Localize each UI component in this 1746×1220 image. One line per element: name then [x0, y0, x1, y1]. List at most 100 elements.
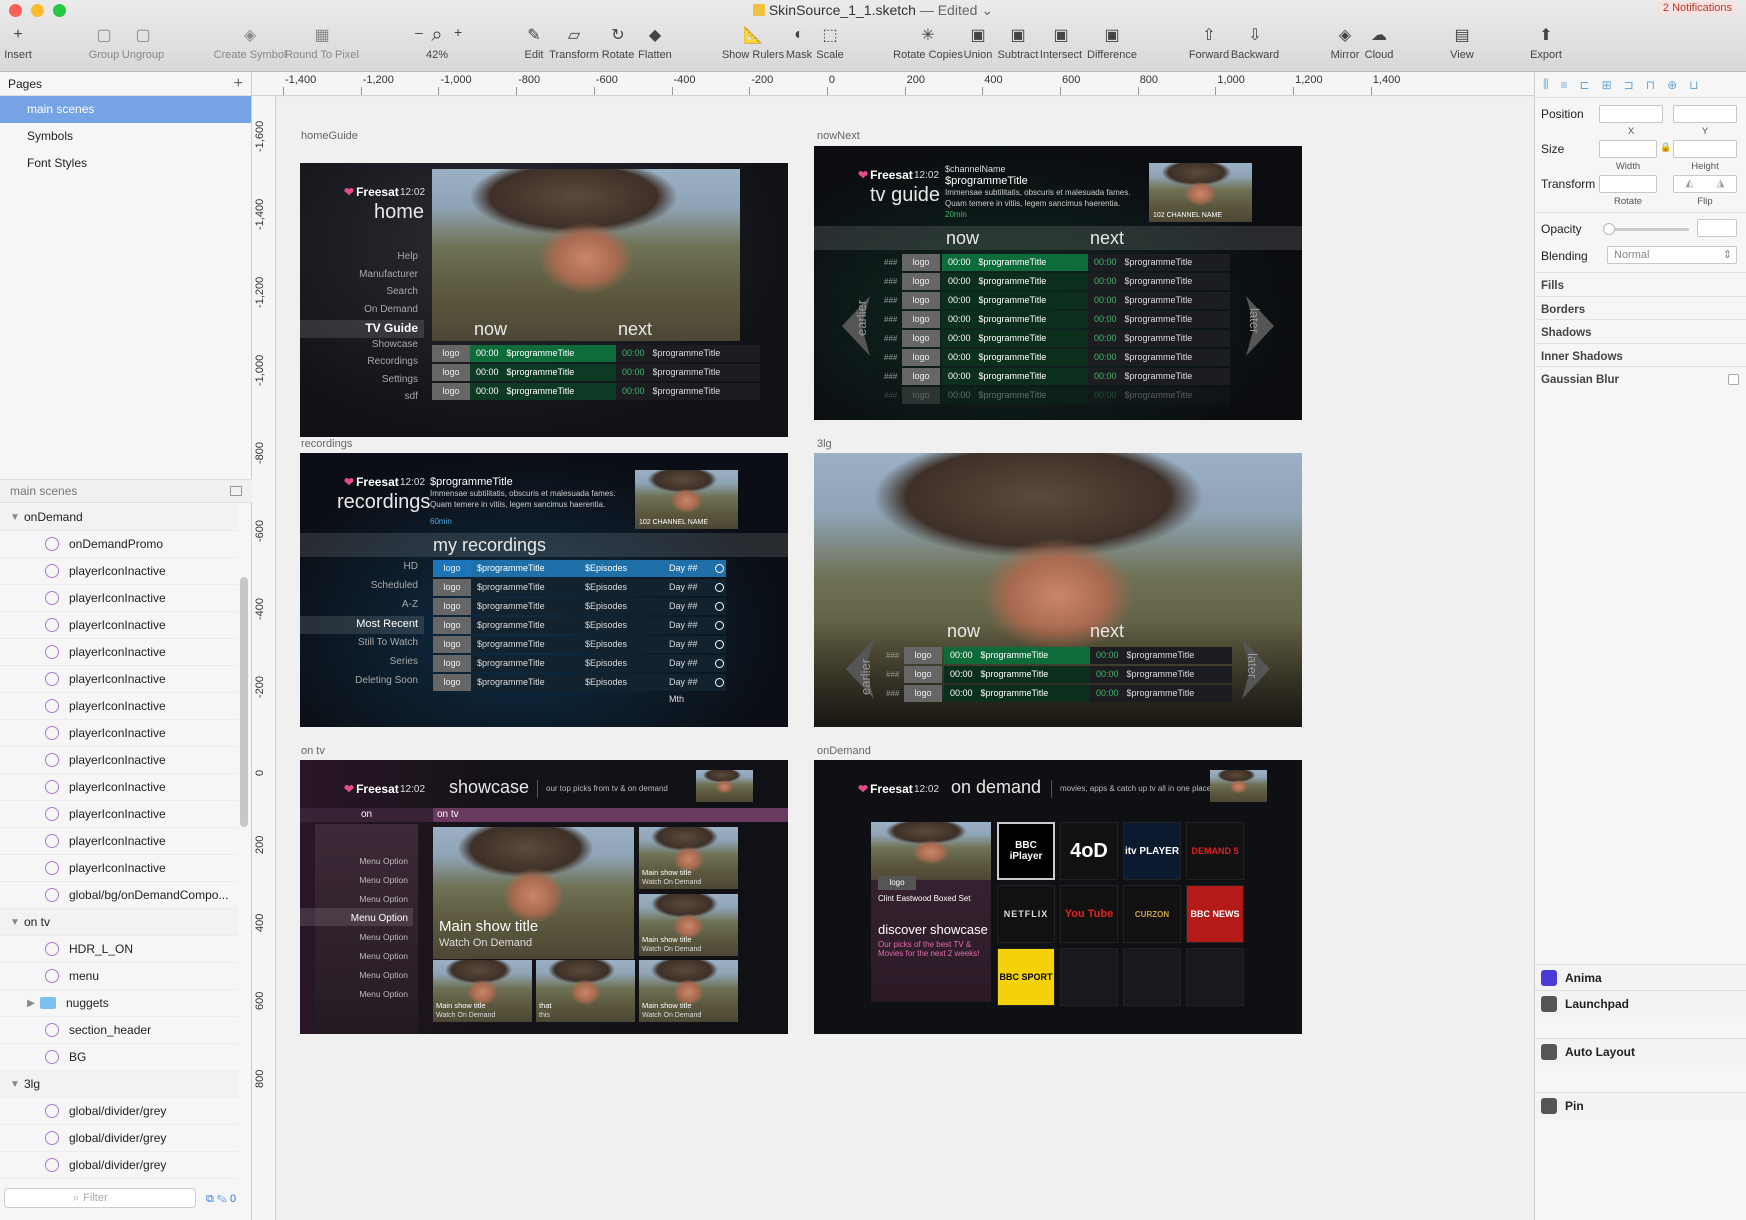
menu-item[interactable]: Showcase: [372, 339, 418, 350]
layer-item[interactable]: BG: [0, 1044, 238, 1071]
position-x-input[interactable]: [1599, 105, 1663, 123]
artboard-filter-icon[interactable]: ⧉: [206, 1193, 214, 1205]
menu-item[interactable]: Most Recent: [356, 618, 418, 630]
guide-row[interactable]: ### logo 00:00 $programmeTitle 00:00 $program…: [886, 684, 1232, 703]
guide-row[interactable]: ### logo 00:00 $programmeTitle 00:00 $program…: [884, 329, 1230, 348]
app-tile[interactable]: BBC NEWS: [1186, 885, 1244, 943]
canvas[interactable]: homeGuide ❤ Freesat 12:02 home Help Manufa…: [277, 97, 1534, 1220]
showcase-tile[interactable]: Main show title Watch On Demand: [639, 894, 738, 956]
difference-button[interactable]: ▣ Difference: [1082, 24, 1142, 64]
distribute-vertical-icon[interactable]: ≡: [1561, 78, 1568, 92]
notifications-badge[interactable]: 2 Notifications: [1656, 1, 1738, 15]
align-left-icon[interactable]: ⊏: [1580, 78, 1590, 92]
export-button[interactable]: ⬆ Export: [1516, 24, 1576, 64]
guide-row[interactable]: ### logo 00:00 $programmeTitle 00:00 $program…: [886, 665, 1232, 684]
disclosure-triangle-icon[interactable]: ▼: [6, 909, 24, 935]
layer-item[interactable]: playerIconInactive: [0, 585, 238, 612]
chevron-down-icon[interactable]: ⌄: [981, 2, 993, 18]
layer-item[interactable]: playerIconInactive: [0, 720, 238, 747]
opacity-slider-knob[interactable]: [1603, 223, 1615, 235]
guide-row[interactable]: ### logo 00:00 $programmeTitle 00:00 $program…: [884, 253, 1230, 272]
menu-item[interactable]: Deleting Soon: [355, 675, 418, 686]
layer-item[interactable]: playerIconInactive: [0, 747, 238, 774]
artboard-ontv[interactable]: ❤ Freesat 12:02 showcase our top picks fr…: [300, 760, 788, 1034]
opacity-input[interactable]: [1697, 219, 1737, 237]
layers-scrollbar[interactable]: [240, 577, 248, 827]
menu-item[interactable]: Search: [386, 286, 418, 297]
layer-item[interactable]: playerIconInactive: [0, 801, 238, 828]
layer-group[interactable]: ▼ 3lg: [0, 1071, 238, 1098]
menu-item[interactable]: Settings: [382, 374, 418, 385]
plugin-launchpad[interactable]: Launchpad: [1535, 990, 1746, 1017]
plugin-pin[interactable]: Pin: [1535, 1092, 1746, 1119]
artboard-label-3lg[interactable]: 3lg: [817, 438, 832, 450]
layer-item[interactable]: playerIconInactive: [0, 558, 238, 585]
app-tile[interactable]: 4oD: [1060, 822, 1118, 880]
style-section[interactable]: Inner Shadows: [1535, 342, 1746, 369]
artboard-nownext[interactable]: ❤ Freesat 12:02 tv guide $channelName $pr…: [814, 146, 1302, 420]
vertical-ruler[interactable]: -1,600 -1,400 -1,200 -1,000 -800 -600 -400 -200…: [252, 96, 276, 1220]
guide-row[interactable]: logo 00:00 $programmeTitle 00:00 $programmeT…: [432, 344, 760, 363]
flatten-button[interactable]: ◆ Flatten: [625, 24, 685, 64]
guide-row[interactable]: logo 00:00 $programmeTitle 00:00 $programmeT…: [432, 363, 760, 382]
lock-icon[interactable]: 🔒: [1660, 142, 1671, 153]
flip-vertical-icon[interactable]: ◮: [1717, 176, 1725, 192]
zoom-out-button[interactable]: –: [415, 24, 423, 40]
layer-item[interactable]: onDemandPromo: [0, 531, 238, 558]
showcase-tile[interactable]: that this: [536, 960, 635, 1022]
width-input[interactable]: [1599, 140, 1657, 158]
align-top-icon[interactable]: ⊓: [1646, 78, 1655, 92]
recording-row[interactable]: logo $programmeTitle $Episodes Day ## Mth: [433, 597, 726, 628]
style-section[interactable]: Shadows: [1535, 319, 1746, 345]
distribute-horizontal-icon[interactable]: ⫼: [1543, 77, 1549, 92]
guide-row[interactable]: logo 00:00 $programmeTitle 00:00 $programmeT…: [432, 382, 760, 401]
blur-checkbox[interactable]: [1728, 374, 1739, 385]
guide-row[interactable]: ### logo 00:00 $programmeTitle 00:00 $program…: [884, 348, 1230, 367]
height-input[interactable]: [1673, 140, 1737, 158]
artboard-label-recordings[interactable]: recordings: [301, 438, 352, 450]
rotate-input[interactable]: [1599, 175, 1657, 193]
artboard-ondemand[interactable]: ❤ Freesat 12:02 on demand movies, apps & …: [814, 760, 1302, 1034]
showcase-tile[interactable]: Main show title Watch On Demand: [639, 827, 738, 889]
artboard-label-ontv[interactable]: on tv: [301, 745, 325, 757]
layer-item[interactable]: playerIconInactive: [0, 828, 238, 855]
disclosure-triangle-icon[interactable]: ▼: [6, 504, 24, 530]
layer-item[interactable]: global/divider/grey: [0, 1125, 238, 1152]
menu-option[interactable]: Menu Option: [359, 951, 408, 961]
recording-row[interactable]: logo $programmeTitle $Episodes Day ## Mth: [433, 559, 726, 590]
menu-item[interactable]: Recordings: [367, 356, 418, 367]
app-tile[interactable]: itv PLAYER: [1123, 822, 1181, 880]
opacity-slider[interactable]: [1607, 228, 1689, 231]
guide-row[interactable]: ### logo 00:00 $programmeTitle 00:00 $program…: [884, 310, 1230, 329]
filter-input[interactable]: ⌕ Filter: [4, 1188, 196, 1208]
layer-item[interactable]: global/bg/onDemandCompo...: [0, 882, 238, 909]
showcase-tile[interactable]: Main show title Watch On Demand: [433, 960, 532, 1022]
flip-controls[interactable]: ◭ ◮: [1673, 175, 1737, 193]
guide-row[interactable]: ### logo 00:00 $programmeTitle 00:00 $program…: [886, 646, 1232, 665]
artboard-homeguide[interactable]: ❤ Freesat 12:02 home Help Manufacturer Sear…: [300, 163, 788, 437]
view-button[interactable]: ▤ View: [1432, 24, 1492, 64]
recording-row[interactable]: logo $programmeTitle $Episodes Day ## Mth: [433, 654, 726, 685]
align-center-icon[interactable]: ⊞: [1602, 78, 1612, 92]
pen-filter-icon[interactable]: ✎: [217, 1193, 227, 1205]
artboard-label-ondemand[interactable]: onDemand: [817, 745, 871, 757]
guide-row[interactable]: ### logo 00:00 $programmeTitle 00:00 $program…: [884, 272, 1230, 291]
app-tile[interactable]: DEMAND 5: [1186, 822, 1244, 880]
zoom-in-button[interactable]: +: [454, 24, 462, 40]
layer-item[interactable]: playerIconInactive: [0, 666, 238, 693]
layer-item[interactable]: global/divider/grey: [0, 1152, 238, 1179]
menu-item[interactable]: On Demand: [364, 304, 418, 315]
plugin-auto-layout[interactable]: Auto Layout: [1535, 1038, 1746, 1065]
layer-item[interactable]: global/divider/grey: [0, 1098, 238, 1125]
menu-item[interactable]: HD: [404, 561, 418, 572]
ungroup-button[interactable]: ▢ Ungroup: [113, 24, 173, 64]
recording-row[interactable]: logo $programmeTitle $Episodes Day ## Mth: [433, 616, 726, 647]
layer-item[interactable]: playerIconInactive: [0, 774, 238, 801]
layer-item[interactable]: ▶ nuggets: [0, 990, 238, 1017]
showcase-tile[interactable]: Main show title Watch On Demand: [639, 960, 738, 1022]
blending-select[interactable]: Normal ⇕: [1607, 246, 1737, 264]
layer-item[interactable]: playerIconInactive: [0, 612, 238, 639]
menu-option[interactable]: Menu Option: [359, 856, 408, 866]
flip-horizontal-icon[interactable]: ◭: [1686, 176, 1694, 192]
guide-row[interactable]: ### logo 00:00 $programmeTitle 00:00 $program…: [884, 291, 1230, 310]
